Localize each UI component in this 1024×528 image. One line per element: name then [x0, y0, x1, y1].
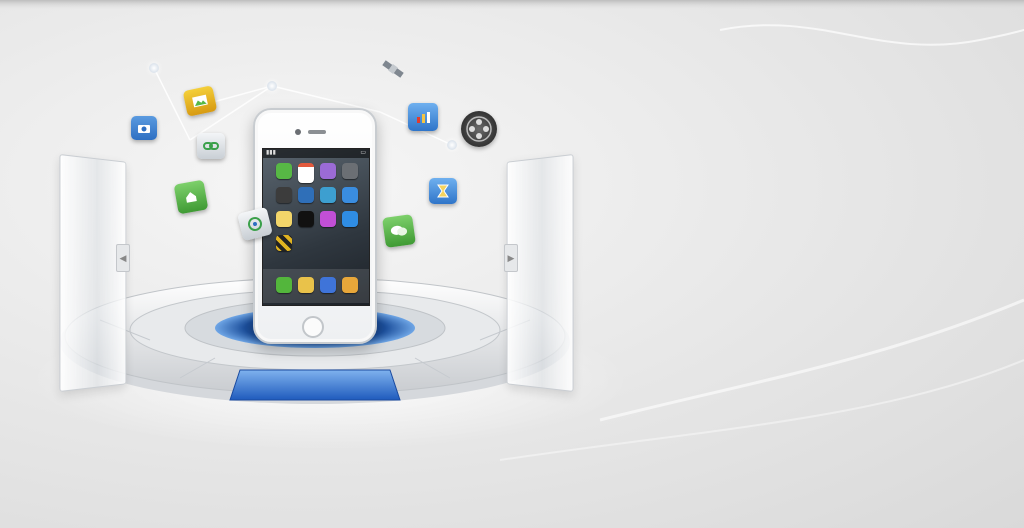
- calendar-app-icon[interactable]: [298, 163, 314, 183]
- camera-icon: [138, 125, 150, 133]
- link-icon: [203, 142, 219, 150]
- hourglass-app-icon[interactable]: [429, 178, 457, 204]
- chain-link-icon[interactable]: [197, 133, 225, 159]
- prev-arrow-button[interactable]: ◀: [116, 244, 130, 272]
- photos-app-icon[interactable]: [320, 163, 336, 179]
- network-node: [267, 81, 277, 91]
- camera-app-icon[interactable]: [342, 163, 358, 179]
- hourglass-icon: [437, 184, 449, 198]
- front-camera: [295, 129, 301, 135]
- bar-chart-icon: [417, 112, 430, 123]
- satellite-icon[interactable]: [380, 56, 406, 82]
- film-reel-icon[interactable]: [461, 111, 497, 147]
- picture-icon: [192, 94, 208, 108]
- battery-icon: ▭: [360, 150, 366, 156]
- phone-screen: ▮▮▮ ▭: [262, 148, 370, 306]
- signal-icon: ▮▮▮: [266, 150, 276, 156]
- next-arrow-button[interactable]: ▶: [504, 244, 518, 272]
- notes-app-icon[interactable]: [276, 211, 292, 227]
- status-bar: ▮▮▮ ▭: [263, 149, 369, 158]
- phone-app-icon[interactable]: [276, 277, 292, 293]
- lens-icon: [248, 217, 262, 231]
- network-node: [447, 140, 457, 150]
- videos-app-icon[interactable]: [276, 187, 292, 203]
- camera-app-icon[interactable]: [131, 116, 157, 140]
- stocks-app-icon[interactable]: [298, 187, 314, 203]
- satellite-glyph: [382, 60, 404, 78]
- ipod-app-icon[interactable]: [342, 277, 358, 293]
- itunes-app-icon[interactable]: [320, 211, 336, 227]
- earpiece-speaker: [308, 130, 326, 134]
- network-node: [149, 63, 159, 73]
- chat-bubble-icon: [390, 225, 408, 236]
- chat-app-icon[interactable]: [382, 214, 416, 248]
- reel-icon: [466, 116, 492, 142]
- chart-app-icon[interactable]: [408, 103, 438, 131]
- home-button[interactable]: [302, 316, 324, 338]
- house-icon: [186, 192, 197, 203]
- settings-app-icon[interactable]: [276, 235, 292, 251]
- messages-app-icon[interactable]: [276, 163, 292, 179]
- promo-banner: ◀ ▶ ▮▮▮ ▭: [0, 0, 1024, 528]
- safari-app-icon[interactable]: [320, 277, 336, 293]
- smartphone: ▮▮▮ ▭: [253, 108, 377, 344]
- mail-app-icon[interactable]: [298, 277, 314, 293]
- clock-app-icon[interactable]: [298, 211, 314, 227]
- glass-panel-right: [506, 153, 574, 393]
- bookmark-app-icon[interactable]: [173, 179, 209, 215]
- weather-app-icon[interactable]: [342, 187, 358, 203]
- glass-panel-left: [59, 153, 127, 393]
- appstore-app-icon[interactable]: [342, 211, 358, 227]
- dock: [263, 269, 369, 303]
- maps-app-icon[interactable]: [320, 187, 336, 203]
